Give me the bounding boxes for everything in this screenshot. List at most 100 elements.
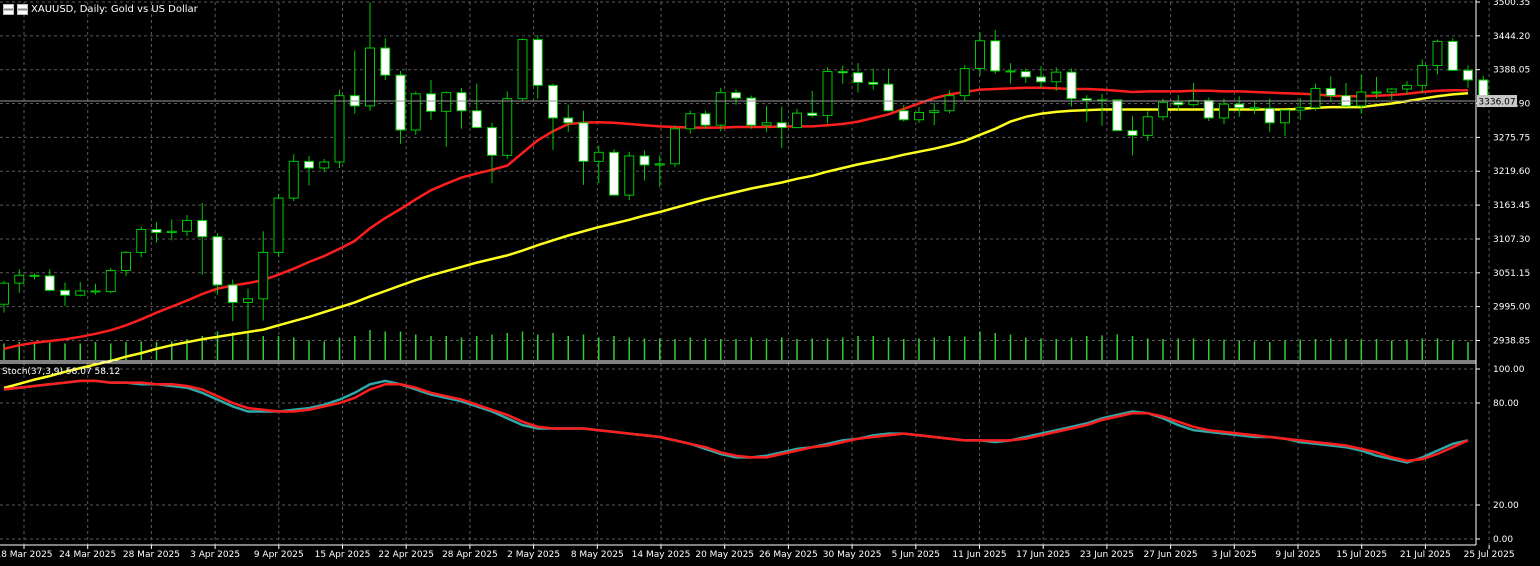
bull-candle-body (1280, 109, 1290, 124)
price-tick-label: 3444.20 (1493, 32, 1530, 42)
bear-candle-body (90, 290, 101, 293)
bear-candle-body (837, 71, 848, 74)
bull-candle-body (0, 282, 9, 305)
price-tick-label: 3219.60 (1493, 167, 1530, 177)
price-tick-label: 3275.75 (1493, 133, 1530, 143)
time-tick-label: 28 Mar 2025 (123, 550, 180, 560)
time-tick-label: 9 Jul 2025 (1275, 550, 1320, 560)
bull-candle-body (761, 122, 772, 126)
bull-candle-body (75, 290, 86, 296)
current-price-label: 3336.07 (1478, 98, 1515, 108)
candle (105, 268, 116, 294)
candle (1158, 98, 1168, 121)
bear-candle-body (471, 110, 482, 129)
stochastic-tick-label: 80.00 (1493, 399, 1519, 409)
bear-candle-body (1203, 99, 1214, 119)
bull-candle-body (517, 39, 528, 100)
bear-candle-body (227, 284, 238, 303)
bull-candle-body (166, 230, 177, 233)
bear-candle-body (426, 93, 436, 112)
bull-candle-body (1417, 65, 1428, 86)
bear-candle-body (1325, 87, 1336, 97)
bear-candle-body (548, 84, 558, 119)
stochastic-tick-label: 20.00 (1493, 501, 1519, 511)
bear-candle-body (578, 122, 589, 162)
time-tick-label: 14 May 2025 (632, 550, 691, 560)
time-tick-label: 23 Jun 2025 (1080, 550, 1134, 560)
bull-candle-body (1386, 88, 1397, 93)
stochastic-tick-label: 0.00 (1493, 535, 1513, 545)
candle (822, 67, 833, 124)
bull-candle-body (975, 40, 985, 70)
bear-candle-body (1112, 99, 1123, 132)
stochastic-tick-label: 100.00 (1493, 365, 1525, 375)
bear-candle-body (1127, 130, 1138, 136)
candle (609, 149, 619, 196)
bear-candle-body (1066, 71, 1077, 100)
time-tick-label: 3 Jul 2025 (1212, 550, 1257, 560)
time-tick-label: 8 May 2025 (571, 550, 624, 560)
chart-root[interactable]: 3500.353444.203388.053331.903275.753219.… (0, 0, 1540, 562)
bear-candle-body (380, 47, 391, 76)
bear-candle-body (731, 92, 741, 99)
time-tick-label: 5 Jun 2025 (892, 550, 940, 560)
time-tick-label: 28 Apr 2025 (442, 550, 498, 560)
time-tick-label: 9 Apr 2025 (254, 550, 304, 560)
bear-candle-body (1447, 40, 1458, 71)
bear-candle-body (395, 74, 406, 131)
chart-header: XAUUSD, Daily: Gold vs US Dollar (3, 2, 198, 16)
bull-candle-body (670, 128, 680, 165)
bull-candle-body (14, 274, 25, 284)
candle (517, 38, 528, 102)
chart-type-icon[interactable] (17, 3, 28, 15)
bull-candle-body (959, 68, 970, 97)
time-tick-label: 11 Jun 2025 (952, 550, 1006, 560)
chart-background (0, 0, 1540, 562)
bear-candle-body (746, 97, 757, 126)
bear-candle-body (1234, 103, 1245, 109)
bull-candle-body (1310, 87, 1321, 109)
candle (624, 151, 635, 200)
time-tick-label: 30 May 2025 (823, 550, 882, 560)
time-tick-label: 25 Jul 2025 (1464, 550, 1515, 560)
symbol-title: XAUUSD, Daily: Gold vs US Dollar (31, 3, 198, 15)
price-tick-label: 3500.35 (1493, 0, 1530, 8)
candle (502, 91, 513, 159)
candle (959, 64, 970, 101)
price-tick-label: 3051.15 (1493, 269, 1530, 279)
bull-candle-body (1371, 91, 1382, 94)
bull-candle-body (715, 92, 726, 126)
time-tick-label: 20 May 2025 (695, 550, 754, 560)
stochastic-label: Stoch(37,3,9) 58.07 58.12 (2, 367, 121, 377)
bull-candle-body (319, 161, 330, 169)
bear-candle-body (304, 160, 314, 169)
bear-candle-body (1036, 76, 1046, 83)
time-tick-label: 21 Jul 2025 (1400, 550, 1451, 560)
time-tick-label: 27 Jun 2025 (1144, 550, 1198, 560)
price-tick-label: 3107.30 (1493, 235, 1530, 245)
bull-candle-body (1051, 71, 1062, 83)
bear-candle-body (1249, 107, 1260, 110)
bear-candle-body (197, 219, 208, 238)
candle (1112, 99, 1123, 132)
bull-candle-body (1142, 116, 1153, 136)
bear-candle-body (44, 275, 55, 291)
price-tick-label: 2938.85 (1493, 336, 1530, 346)
candle (670, 125, 680, 168)
bear-candle-body (151, 228, 162, 233)
bear-candle-body (883, 83, 894, 112)
candle (288, 154, 299, 202)
bull-candle-body (1158, 101, 1168, 118)
chart-window-icon[interactable] (3, 3, 14, 15)
bear-candle-body (1173, 101, 1184, 106)
time-tick-label: 22 Apr 2025 (378, 550, 434, 560)
bull-candle-body (593, 151, 604, 162)
price-tick-label: 3388.05 (1493, 66, 1530, 76)
candle (715, 87, 726, 132)
bull-candle-body (258, 251, 269, 300)
candle (212, 233, 223, 295)
bull-candle-body (273, 197, 284, 253)
chart-canvas[interactable]: 3500.353444.203388.053331.903275.753219.… (0, 0, 1540, 562)
price-tick-label: 2995.00 (1493, 303, 1530, 313)
time-tick-label: 3 Apr 2025 (190, 550, 240, 560)
